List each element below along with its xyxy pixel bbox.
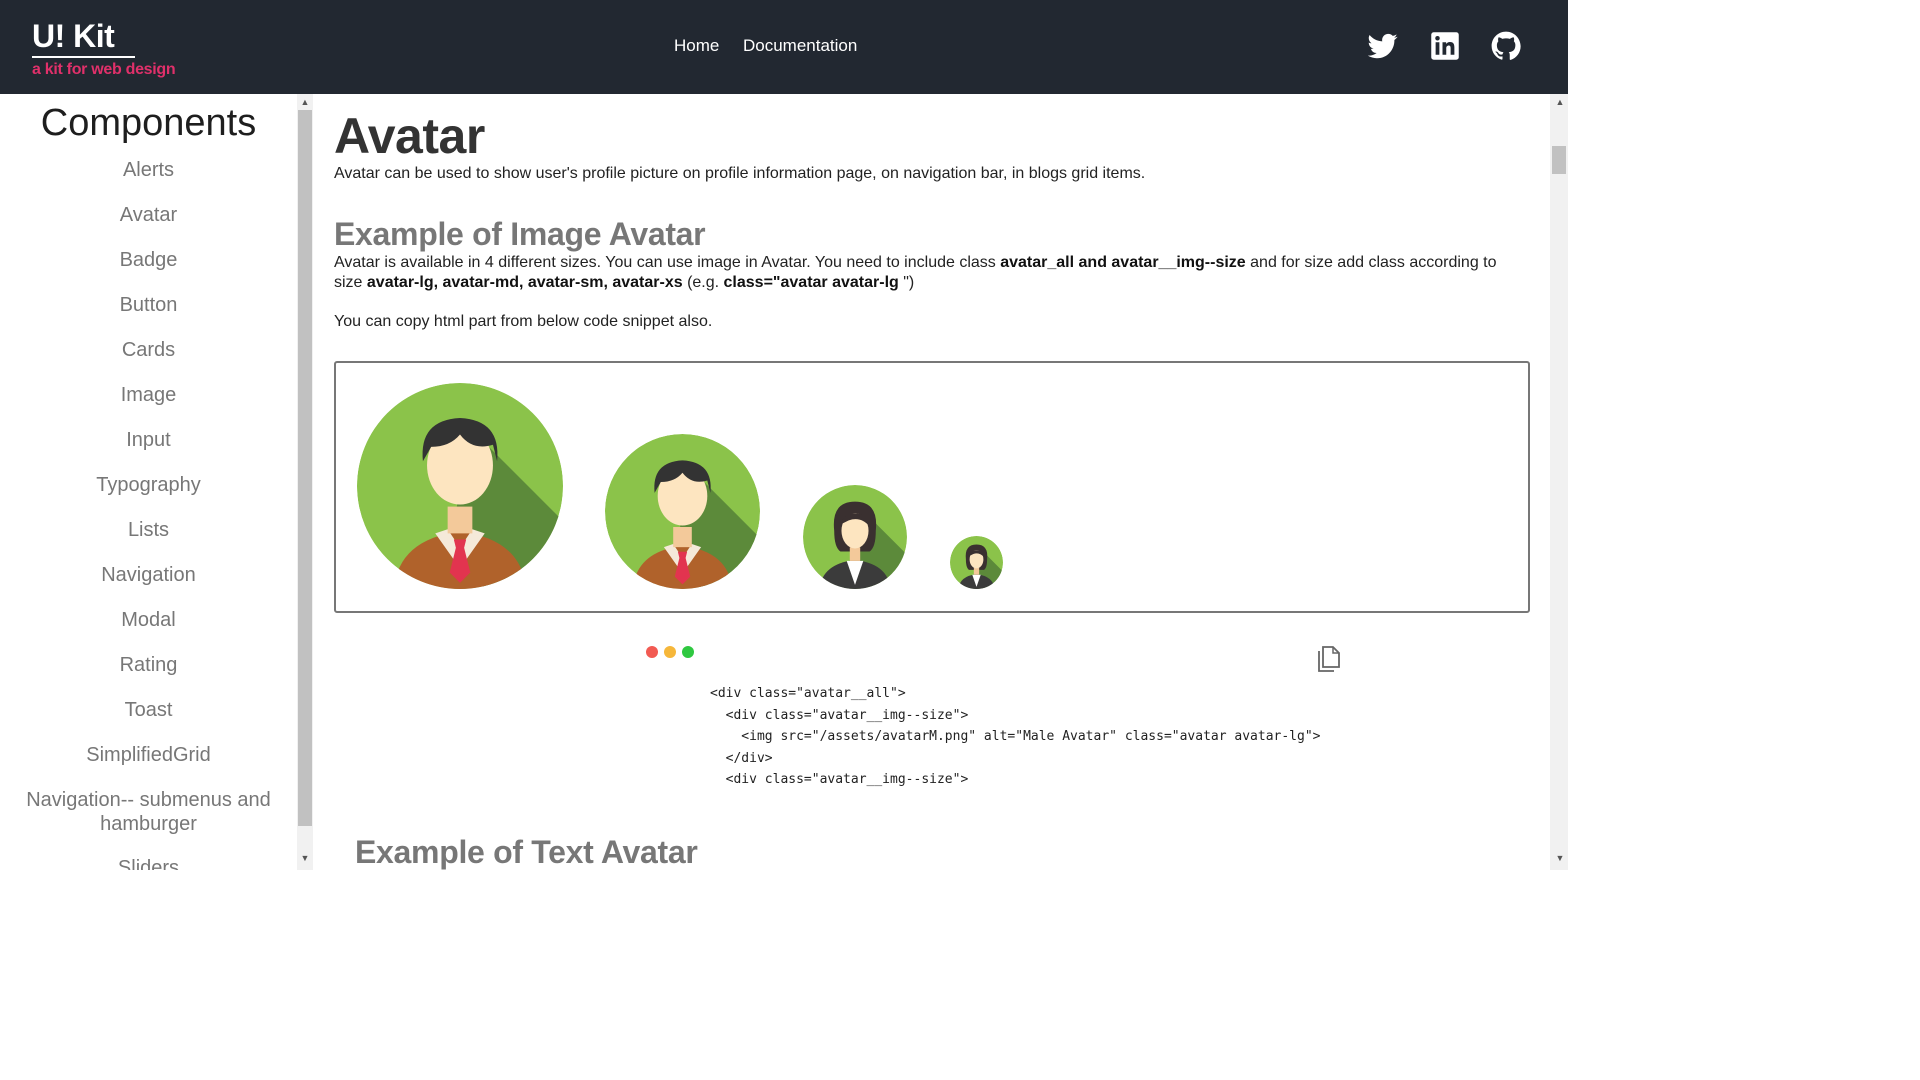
- code-line: <div class="avatar__img--size">: [710, 772, 969, 787]
- main-content: Avatar Avatar can be used to show user's…: [313, 94, 1550, 870]
- sidebar-item-sliders[interactable]: Sliders: [0, 856, 297, 870]
- sidebar-item-input[interactable]: Input: [0, 428, 297, 453]
- copy-code-icon[interactable]: [1316, 645, 1342, 673]
- desc-size-classes: avatar-lg, avatar-md, avatar-sm, avatar-…: [366, 274, 683, 291]
- page-scrollbar[interactable]: ▲ ▼: [1550, 94, 1568, 870]
- section-heading-image-avatar: Example of Image Avatar: [334, 216, 706, 252]
- green-dot-icon: [682, 646, 694, 658]
- desc-example-class: class="avatar avatar-lg: [723, 274, 899, 291]
- scroll-down-arrow-icon[interactable]: ▼: [297, 851, 313, 865]
- desc-class-names: avatar_all and avatar__img--size: [1000, 254, 1246, 271]
- sidebar-item-modal[interactable]: Modal: [0, 608, 297, 633]
- desc-text: "): [898, 274, 915, 291]
- sidebar-item-toast[interactable]: Toast: [0, 698, 297, 723]
- section-description: Avatar is available in 4 different sizes…: [334, 253, 1514, 293]
- sidebar-item-rating[interactable]: Rating: [0, 653, 297, 678]
- code-line: <div class="avatar__all">: [710, 686, 906, 701]
- sidebar-item-avatar[interactable]: Avatar: [0, 203, 297, 228]
- brand-logo[interactable]: U! Kit a kit for web design: [32, 18, 176, 80]
- sidebar-item-alerts[interactable]: Alerts: [0, 158, 297, 183]
- code-snippet[interactable]: <div class="avatar__all"> <div class="av…: [710, 683, 1320, 791]
- github-icon[interactable]: [1491, 31, 1521, 61]
- page-scroll-thumb[interactable]: [1552, 146, 1566, 174]
- female-avatar-sm: [803, 485, 907, 589]
- male-avatar-md: [605, 434, 760, 589]
- sidebar-item-simplifiedgrid[interactable]: SimplifiedGrid: [0, 743, 297, 768]
- twitter-icon[interactable]: [1368, 31, 1398, 61]
- sidebar-item-badge[interactable]: Badge: [0, 248, 297, 273]
- sidebar-scroll-thumb[interactable]: [298, 110, 312, 826]
- red-dot-icon: [646, 646, 658, 658]
- sidebar-item-navigation[interactable]: Navigation: [0, 563, 297, 588]
- sidebar-item-cards[interactable]: Cards: [0, 338, 297, 363]
- top-navbar: U! Kit a kit for web design Home Documen…: [0, 0, 1568, 94]
- male-avatar-lg: [357, 383, 563, 589]
- scroll-up-arrow-icon[interactable]: ▲: [1552, 95, 1568, 109]
- scroll-down-arrow-icon[interactable]: ▼: [1552, 851, 1568, 865]
- avatar-demo-box: [334, 361, 1530, 613]
- sidebar-title: Components: [40, 102, 257, 144]
- sidebar-scrollbar[interactable]: ▲ ▼: [297, 94, 313, 870]
- nav-documentation-link[interactable]: Documentation: [743, 36, 857, 56]
- sidebar-item-image[interactable]: Image: [0, 383, 297, 408]
- code-window-dots: [646, 645, 700, 663]
- female-avatar-xs: [950, 536, 1003, 589]
- section-heading-text-avatar: Example of Text Avatar: [355, 834, 698, 870]
- sidebar-item-lists[interactable]: Lists: [0, 518, 297, 543]
- page-title: Avatar: [334, 108, 485, 164]
- sidebar-item-typography[interactable]: Typography: [0, 473, 297, 498]
- sidebar-item-navigation-submenus[interactable]: Navigation-- submenus and: [0, 788, 297, 813]
- copy-note: You can copy html part from below code s…: [334, 313, 713, 330]
- nav-home-link[interactable]: Home: [674, 36, 719, 56]
- scroll-up-arrow-icon[interactable]: ▲: [297, 95, 313, 109]
- code-line: <div class="avatar__img--size">: [710, 707, 969, 723]
- desc-text: Avatar is available in 4 different sizes…: [334, 254, 1001, 271]
- sidebar-item-button[interactable]: Button: [0, 293, 297, 318]
- yellow-dot-icon: [664, 646, 676, 658]
- sidebar-item-navigation-submenus-cont[interactable]: hamburger: [0, 812, 297, 837]
- intro-text: Avatar can be used to show user's profil…: [334, 165, 1146, 182]
- brand-subtitle: a kit for web design: [32, 61, 176, 78]
- desc-text: (e.g.: [682, 274, 724, 291]
- sidebar: Components Alerts Avatar Badge Button Ca…: [0, 94, 297, 870]
- linkedin-icon[interactable]: [1430, 31, 1460, 61]
- code-line: </div>: [710, 750, 773, 766]
- code-line: <img src="/assets/avatarM.png" alt="Male…: [710, 729, 1321, 744]
- brand-title: U! Kit: [32, 18, 135, 58]
